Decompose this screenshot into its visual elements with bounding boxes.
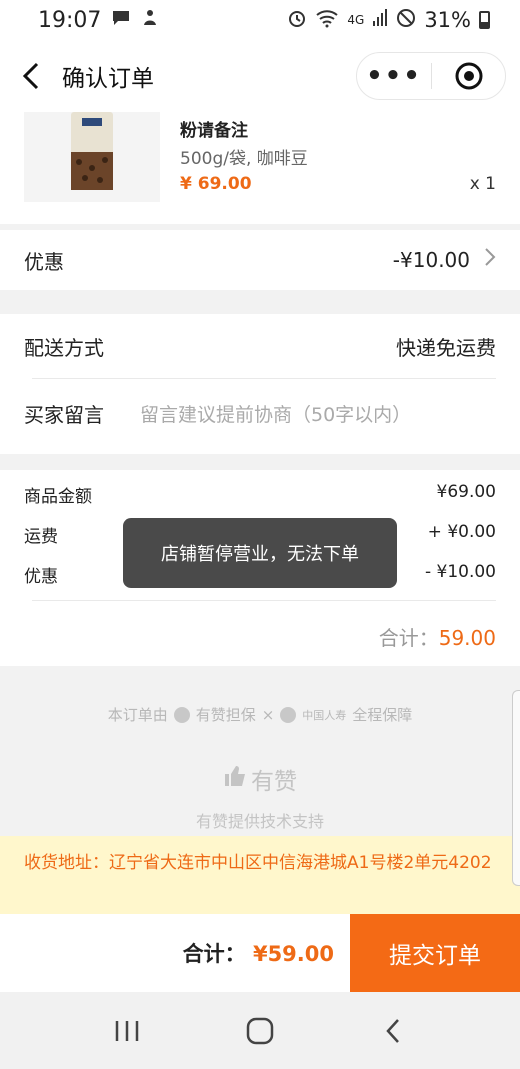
status-time: 19:07	[38, 7, 102, 33]
discount-value: -¥10.00	[392, 248, 470, 272]
back-icon[interactable]	[8, 40, 56, 112]
discount-row[interactable]: 优惠 -¥10.00	[0, 230, 520, 290]
submit-order-button[interactable]: 提交订单	[350, 914, 520, 992]
home-icon[interactable]	[230, 1001, 290, 1061]
product-spec: 500g/袋, 咖啡豆	[180, 149, 308, 169]
guarantee-suffix: 全程保障	[352, 706, 413, 724]
address-banner: 收货地址：辽宁省大连市中山区中信海港城A1号楼2单元4202	[0, 836, 520, 914]
summary-label: 优惠	[24, 567, 58, 587]
thumbs-up-icon	[223, 764, 247, 794]
delivery-row: 配送方式 快递免运费	[0, 314, 520, 378]
battery-percent: 31%	[424, 8, 471, 32]
signal-icon	[372, 8, 388, 32]
summary-row-goods: 商品金额 ¥69.00	[24, 482, 496, 507]
miniprogram-capsule: •••	[356, 52, 506, 100]
delivery-value: 快递免运费	[396, 335, 496, 360]
wifi-icon	[315, 8, 339, 33]
recent-apps-icon[interactable]	[97, 1001, 157, 1061]
guarantee-prefix: 本订单由	[107, 706, 168, 724]
summary-value: ¥69.00	[436, 482, 496, 502]
chevron-right-icon	[484, 247, 496, 273]
product-name: 粉请备注	[180, 121, 248, 141]
back-nav-icon[interactable]	[363, 1001, 423, 1061]
total-label: 合计：	[378, 626, 439, 650]
discount-label: 优惠	[24, 249, 64, 274]
status-bar: 19:07 4G 31%	[0, 0, 520, 40]
guarantee-line: 本订单由 有赞担保 × 中国人寿 全程保障	[0, 704, 520, 725]
summary-label: 运费	[24, 527, 58, 547]
dnd-icon	[396, 8, 416, 33]
page-title: 确认订单	[62, 66, 154, 92]
bottom-total-label: 合计：	[182, 942, 246, 966]
total-amount: 59.00	[438, 626, 496, 650]
message-label: 买家留言	[24, 402, 104, 427]
shield-icon	[173, 706, 190, 723]
divider	[32, 600, 496, 601]
summary-total: 合计：59.00	[379, 622, 496, 651]
discount-card[interactable]: 优惠 -¥10.00	[0, 230, 520, 290]
nav-bar: 确认订单 •••	[0, 40, 520, 112]
side-panel-handle[interactable]	[512, 690, 520, 886]
battery-icon	[479, 11, 490, 29]
notification-icon	[141, 7, 159, 33]
message-icon	[111, 8, 131, 33]
delivery-card: 配送方式 快递免运费 买家留言 留言建议提前协商（50字以内）	[0, 314, 520, 454]
guarantee-times: ×	[261, 705, 275, 724]
message-input[interactable]: 留言建议提前协商（50字以内）	[140, 400, 411, 427]
message-row[interactable]: 买家留言 留言建议提前协商（50字以内）	[0, 380, 520, 446]
alarm-icon	[287, 8, 307, 33]
toast-message: 店铺暂停营业，无法下单	[123, 518, 397, 588]
product-quantity: x 1	[469, 174, 496, 194]
system-nav-bar	[0, 992, 520, 1069]
bottom-total-amount: ¥59.00	[252, 942, 334, 966]
bottom-bar: 合计： ¥59.00 提交订单	[0, 914, 520, 992]
brand-logo: 有赞	[0, 762, 520, 796]
product-image	[24, 112, 160, 202]
brand-name: 有赞	[251, 769, 297, 795]
divider	[32, 378, 496, 379]
bottom-total: 合计： ¥59.00	[183, 938, 334, 968]
network-type: 4G	[347, 13, 365, 27]
guarantee-insurer: 中国人寿	[302, 708, 347, 722]
guarantee-provider: 有赞担保	[195, 706, 256, 724]
product-price: ¥ 69.00	[180, 174, 252, 194]
tech-support-text: 有赞提供技术支持	[195, 812, 324, 831]
more-button[interactable]: •••	[357, 56, 431, 96]
product-card: 粉请备注 500g/袋, 咖啡豆 ¥ 69.00 x 1	[0, 112, 520, 224]
close-miniprogram-icon[interactable]	[432, 61, 505, 91]
summary-value: - ¥10.00	[424, 562, 496, 582]
summary-value: + ¥0.00	[427, 522, 496, 542]
delivery-label: 配送方式	[24, 335, 104, 360]
summary-label: 商品金额	[24, 487, 92, 507]
insurer-logo-icon	[280, 706, 297, 723]
